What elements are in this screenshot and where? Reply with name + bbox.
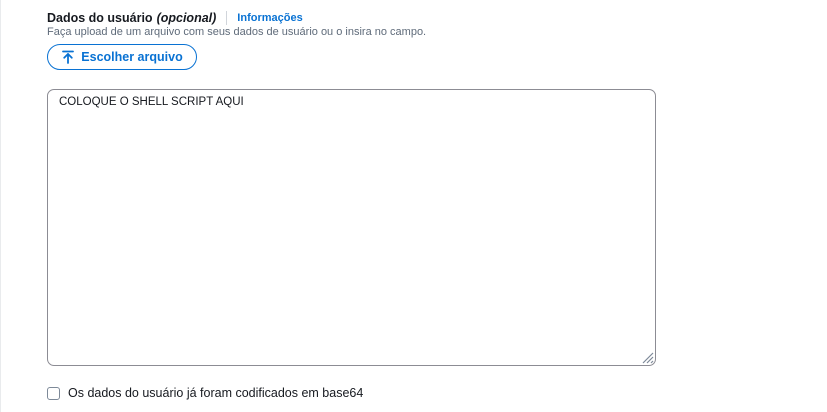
base64-checkbox-row: Os dados do usuário já foram codificados… bbox=[47, 386, 363, 400]
user-data-textarea-container: COLOQUE O SHELL SCRIPT AQUI bbox=[47, 89, 656, 366]
label-divider bbox=[226, 11, 228, 25]
choose-file-label: Escolher arquivo bbox=[81, 50, 183, 64]
base64-checkbox[interactable] bbox=[47, 386, 60, 400]
user-data-section: Dados do usuário (opcional) Informações … bbox=[47, 0, 747, 412]
info-link[interactable]: Informações bbox=[237, 12, 302, 24]
field-description: Faça upload de um arquivo com seus dados… bbox=[47, 26, 427, 38]
field-label: Dados do usuário bbox=[47, 11, 153, 25]
base64-checkbox-label[interactable]: Os dados do usuário já foram codificados… bbox=[68, 386, 363, 400]
user-data-textarea[interactable]: COLOQUE O SHELL SCRIPT AQUI bbox=[48, 90, 655, 365]
field-label-row: Dados do usuário (opcional) Informações bbox=[47, 10, 303, 26]
resize-handle-icon[interactable] bbox=[640, 350, 654, 364]
choose-file-button[interactable]: Escolher arquivo bbox=[47, 44, 197, 70]
upload-icon bbox=[61, 50, 75, 64]
field-optional-marker: (opcional) bbox=[156, 11, 217, 25]
left-panel-border bbox=[0, 0, 1, 412]
